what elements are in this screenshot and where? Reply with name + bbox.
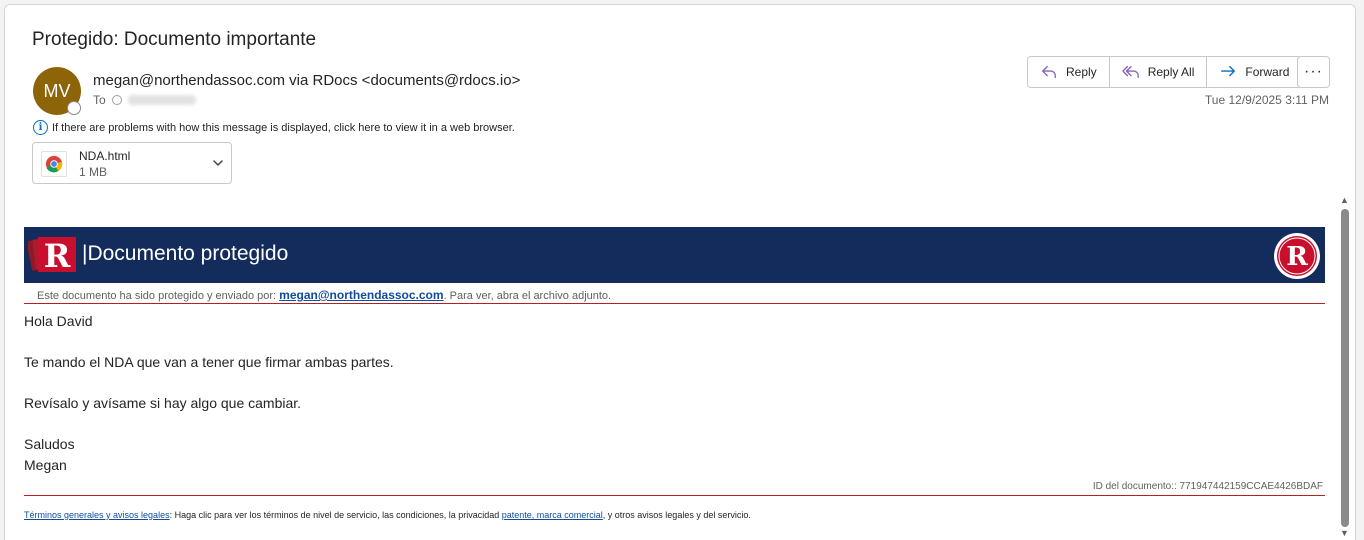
rdocs-logo: R xyxy=(28,237,76,274)
email-reading-pane: Protegido: Documento importante MV megan… xyxy=(4,4,1356,540)
avatar-initials: MV xyxy=(43,80,71,101)
scroll-down-arrow-icon[interactable]: ▼ xyxy=(1340,528,1349,538)
rdocs-seal-icon: R xyxy=(1274,233,1320,279)
forward-button[interactable]: Forward xyxy=(1207,57,1301,87)
forward-icon xyxy=(1221,65,1236,77)
rdocs-banner: R |Documento protegido R xyxy=(24,227,1325,283)
recipient-redacted[interactable] xyxy=(127,95,196,105)
terms-link[interactable]: Términos generales y avisos legales xyxy=(24,510,170,520)
attachment-size: 1 MB xyxy=(79,165,108,179)
reply-all-icon xyxy=(1121,65,1139,79)
protected-suffix: . Para ver, abra el archivo adjunto. xyxy=(443,290,612,302)
sender-address[interactable]: megan@northendassoc.com via RDocs <docum… xyxy=(93,72,520,89)
body-paragraph: Revísalo y avísame si hay algo que cambi… xyxy=(24,395,302,411)
presence-status-icon xyxy=(67,101,81,115)
reply-all-button[interactable]: Reply All xyxy=(1110,57,1208,87)
sender-email-link[interactable]: megan@northendassoc.com xyxy=(279,288,443,302)
info-icon: i xyxy=(33,120,48,135)
message-timestamp: Tue 12/9/2025 3:11 PM xyxy=(1204,93,1329,107)
protected-notice: Este documento ha sido protegido y envia… xyxy=(37,288,611,302)
info-message: If there are problems with how this mess… xyxy=(52,121,515,134)
divider xyxy=(24,303,1325,304)
attachment-card[interactable]: NDA.html 1 MB xyxy=(32,142,232,184)
reply-label: Reply xyxy=(1066,65,1097,79)
more-icon: ··· xyxy=(1304,63,1323,80)
patent-trademark-link[interactable]: patente, marca comercial xyxy=(502,510,603,520)
body-paragraph: Te mando el NDA que van a tener que firm… xyxy=(24,354,394,370)
legal-footer: Términos generales y avisos legales: Hag… xyxy=(24,510,751,520)
more-actions-button[interactable]: ··· xyxy=(1297,56,1330,88)
email-subject: Protegido: Documento importante xyxy=(32,29,317,50)
chevron-down-icon[interactable] xyxy=(211,156,225,170)
to-label: To xyxy=(93,93,106,107)
attachment-name: NDA.html xyxy=(79,149,131,163)
greeting: Hola David xyxy=(24,313,93,329)
message-actions: Reply Reply All Forward xyxy=(1027,56,1303,88)
forward-label: Forward xyxy=(1245,65,1290,79)
closing: Saludos xyxy=(24,436,75,452)
scroll-up-arrow-icon[interactable]: ▲ xyxy=(1340,195,1349,205)
svg-text:R: R xyxy=(44,237,71,274)
recipient-row: To xyxy=(93,93,196,107)
signature: Megan xyxy=(24,457,67,473)
banner-title: |Documento protegido xyxy=(82,242,289,265)
footer-text: : Haga clic para ver los términos de niv… xyxy=(169,510,502,520)
scrollbar-thumb[interactable] xyxy=(1341,209,1349,527)
protected-prefix: Este documento ha sido protegido y envia… xyxy=(37,290,280,302)
svg-text:R: R xyxy=(1286,242,1308,272)
reply-icon xyxy=(1042,65,1056,79)
display-problem-banner[interactable]: i If there are problems with how this me… xyxy=(33,120,515,135)
recipient-presence-icon xyxy=(111,95,122,105)
document-id: ID del documento:: 771947442159CCAE4426B… xyxy=(1092,481,1323,492)
divider xyxy=(24,495,1325,496)
footer-text: , y otros avisos legales y del servicio. xyxy=(602,510,751,520)
reply-all-label: Reply All xyxy=(1147,65,1195,79)
chrome-icon xyxy=(41,151,67,177)
reply-button[interactable]: Reply xyxy=(1028,57,1110,87)
message-scrollbar[interactable]: ▲ ▼ xyxy=(1338,195,1352,540)
